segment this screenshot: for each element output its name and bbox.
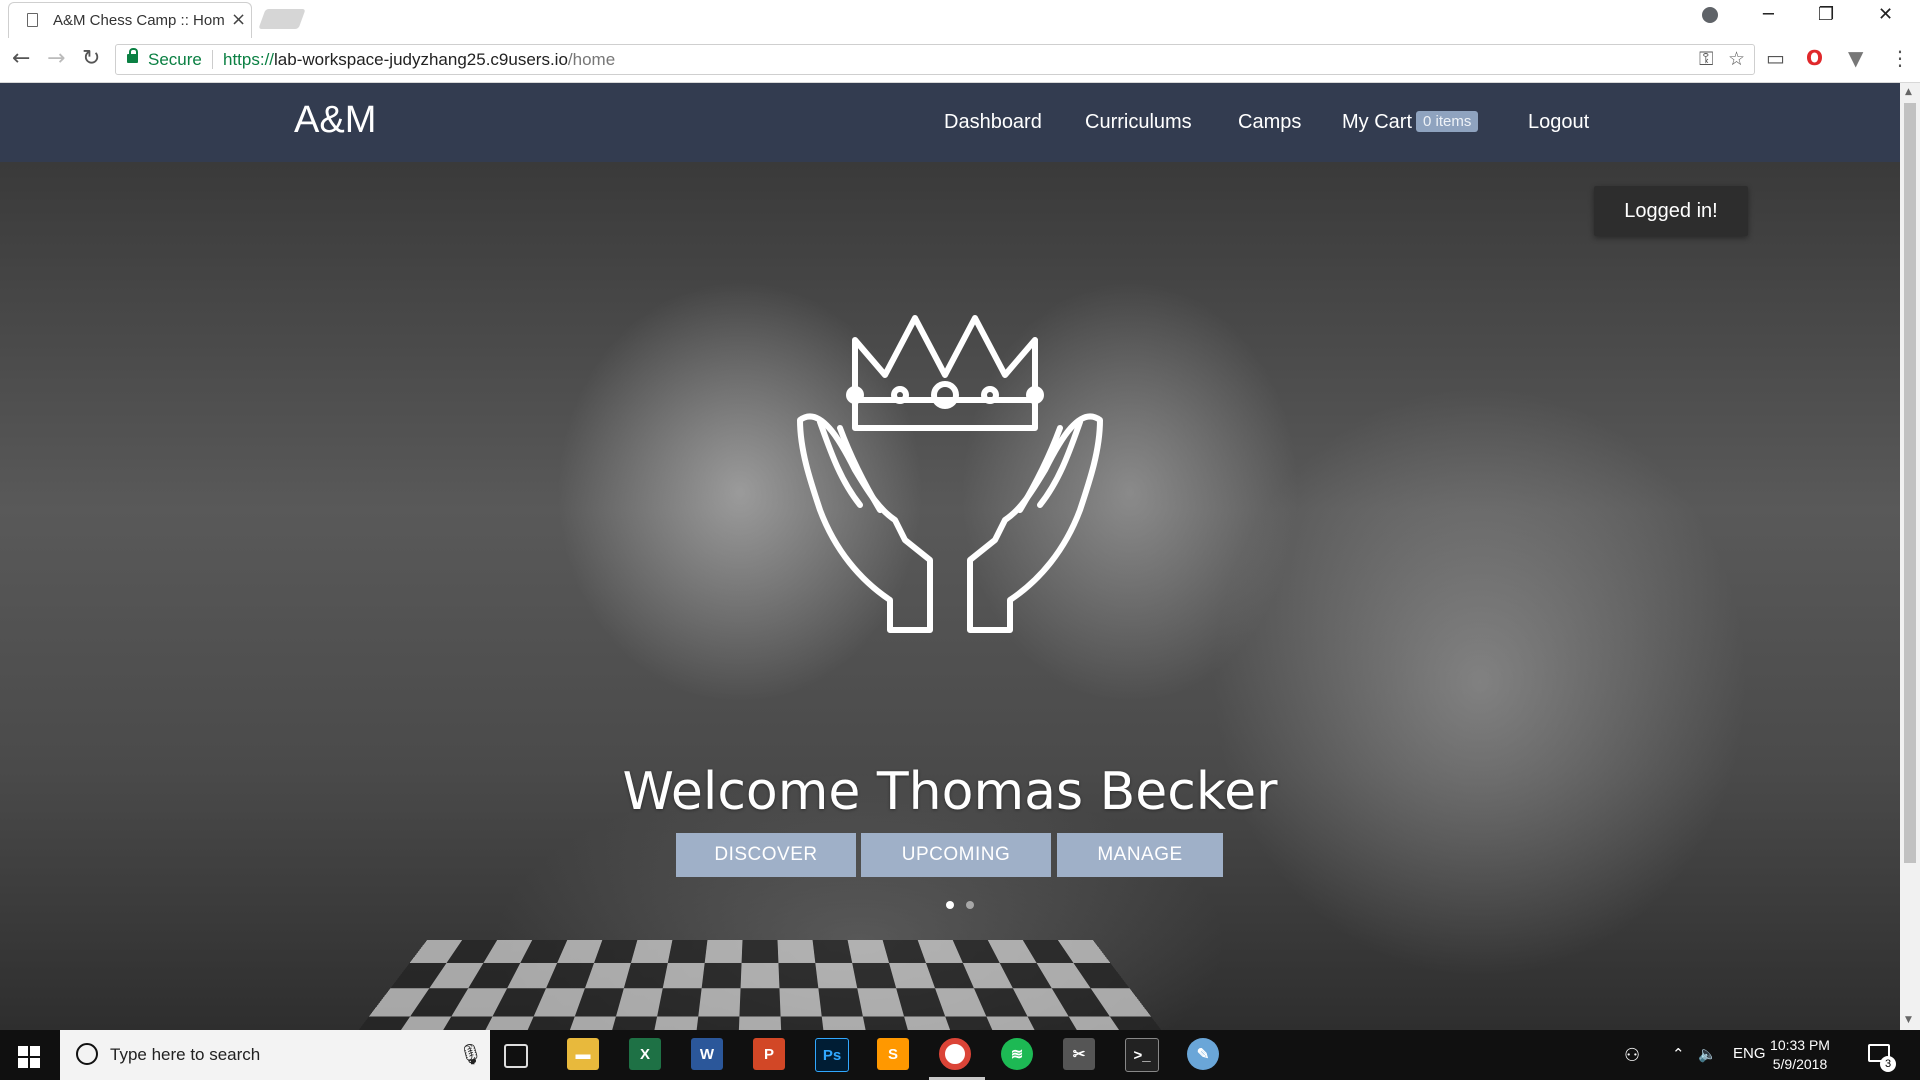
- clock-time: 10:33 PM: [1770, 1037, 1830, 1053]
- scroll-up-icon[interactable]: ▲: [1905, 87, 1912, 97]
- lock-icon: [127, 48, 138, 63]
- url-scheme: https://: [223, 50, 275, 69]
- nav-dashboard[interactable]: Dashboard: [944, 111, 1042, 134]
- upcoming-button[interactable]: UPCOMING: [861, 833, 1051, 877]
- windows-taskbar: Type here to search 🎙 ▬ X W P Ps S ≋ ✂ >…: [0, 1030, 1920, 1080]
- hero-background-photo: [317, 940, 1203, 1030]
- close-window-icon[interactable]: ✕: [1878, 4, 1893, 25]
- nav-logout[interactable]: Logout: [1528, 111, 1589, 134]
- secure-label: Secure: [148, 50, 202, 69]
- page-scrollbar[interactable]: ▲ ▼: [1900, 83, 1920, 1030]
- photoshop-icon[interactable]: Ps: [815, 1038, 849, 1072]
- scroll-down-icon[interactable]: ▼: [1905, 1015, 1912, 1025]
- restore-icon[interactable]: ❐: [1818, 4, 1834, 25]
- menu-icon[interactable]: ⋮: [1890, 46, 1910, 70]
- microphone-icon[interactable]: 🎙: [458, 1042, 483, 1066]
- word-icon[interactable]: W: [691, 1038, 723, 1070]
- url-host: lab-workspace-judyzhang25.c9users.io: [274, 50, 568, 69]
- volume-icon[interactable]: 🔈: [1698, 1045, 1717, 1063]
- cast-icon[interactable]: ▭: [1766, 46, 1785, 70]
- spotify-icon[interactable]: ≋: [1001, 1038, 1033, 1070]
- manage-button[interactable]: MANAGE: [1057, 833, 1223, 877]
- people-icon[interactable]: ⚇: [1624, 1045, 1640, 1066]
- snipping-tool-icon[interactable]: ✂: [1063, 1038, 1095, 1070]
- reload-icon[interactable]: ↻: [82, 46, 100, 71]
- key-icon[interactable]: ⚿: [1699, 48, 1713, 70]
- nav-camps[interactable]: Camps: [1238, 111, 1301, 134]
- notification-count-badge: 3: [1880, 1056, 1896, 1072]
- discover-button[interactable]: DISCOVER: [676, 833, 856, 877]
- url-text[interactable]: https://lab-workspace-judyzhang25.c9user…: [223, 50, 615, 70]
- page: A&M Dashboard Curriculums Camps My Cart 0…: [0, 83, 1900, 1030]
- url-path: /home: [567, 50, 616, 69]
- divider: [212, 50, 213, 69]
- browser-toolbar: ← → ↻ Secure https://lab-workspace-judyz…: [0, 38, 1920, 83]
- opera-extension-icon[interactable]: O: [1806, 46, 1823, 70]
- paint-icon[interactable]: ✎: [1187, 1038, 1219, 1070]
- new-tab-button[interactable]: [258, 9, 306, 29]
- browser-tab-strip: A&M Chess Camp :: Hom × ─ ❐ ✕: [0, 0, 1920, 39]
- nav-curriculums[interactable]: Curriculums: [1085, 111, 1192, 134]
- clock[interactable]: 10:33 PM 5/9/2018: [1750, 1036, 1850, 1074]
- terminal-icon[interactable]: >_: [1125, 1038, 1159, 1072]
- vpn-extension-icon[interactable]: ▼: [1848, 46, 1863, 70]
- cortana-icon: [76, 1043, 98, 1065]
- welcome-heading: Welcome Thomas Becker: [622, 762, 1278, 822]
- forward-icon[interactable]: →: [47, 46, 65, 71]
- brand-logo[interactable]: A&M: [294, 99, 376, 142]
- flash-message: Logged in!: [1594, 186, 1748, 236]
- browser-tab[interactable]: A&M Chess Camp :: Hom ×: [8, 2, 252, 38]
- task-view-icon[interactable]: [504, 1044, 528, 1068]
- powerpoint-icon[interactable]: P: [753, 1038, 785, 1070]
- profile-icon[interactable]: [1702, 7, 1718, 23]
- back-icon[interactable]: ←: [12, 46, 30, 71]
- excel-icon[interactable]: X: [629, 1038, 661, 1070]
- file-explorer-icon[interactable]: ▬: [567, 1038, 599, 1070]
- clock-date: 5/9/2018: [1772, 1056, 1828, 1072]
- cart-count-badge: 0 items: [1416, 111, 1479, 132]
- tab-title: A&M Chess Camp :: Hom: [53, 12, 225, 29]
- page-icon: [27, 13, 38, 27]
- sublime-text-icon[interactable]: S: [877, 1038, 909, 1070]
- windows-start-icon[interactable]: [18, 1046, 40, 1068]
- hero-carousel: Welcome Thomas Becker DISCOVER UPCOMING …: [0, 162, 1900, 1030]
- show-hidden-icons-icon[interactable]: ⌃: [1672, 1045, 1685, 1063]
- minimize-icon[interactable]: ─: [1763, 4, 1774, 25]
- cart-label: My Cart: [1342, 111, 1412, 133]
- bookmark-star-icon[interactable]: ☆: [1728, 48, 1745, 70]
- chrome-icon[interactable]: [939, 1038, 971, 1070]
- taskbar-search[interactable]: Type here to search 🎙: [60, 1030, 490, 1080]
- scroll-thumb[interactable]: [1904, 103, 1916, 863]
- carousel-indicator-1[interactable]: [946, 901, 954, 909]
- carousel-indicator-2[interactable]: [966, 901, 974, 909]
- tab-close-icon[interactable]: ×: [231, 9, 246, 30]
- crown-hands-logo: [797, 315, 1103, 633]
- address-bar[interactable]: Secure https://lab-workspace-judyzhang25…: [115, 44, 1755, 75]
- site-navbar: A&M Dashboard Curriculums Camps My Cart 0…: [0, 83, 1900, 162]
- nav-my-cart[interactable]: My Cart 0 items: [1342, 111, 1479, 134]
- search-placeholder: Type here to search: [110, 1045, 261, 1064]
